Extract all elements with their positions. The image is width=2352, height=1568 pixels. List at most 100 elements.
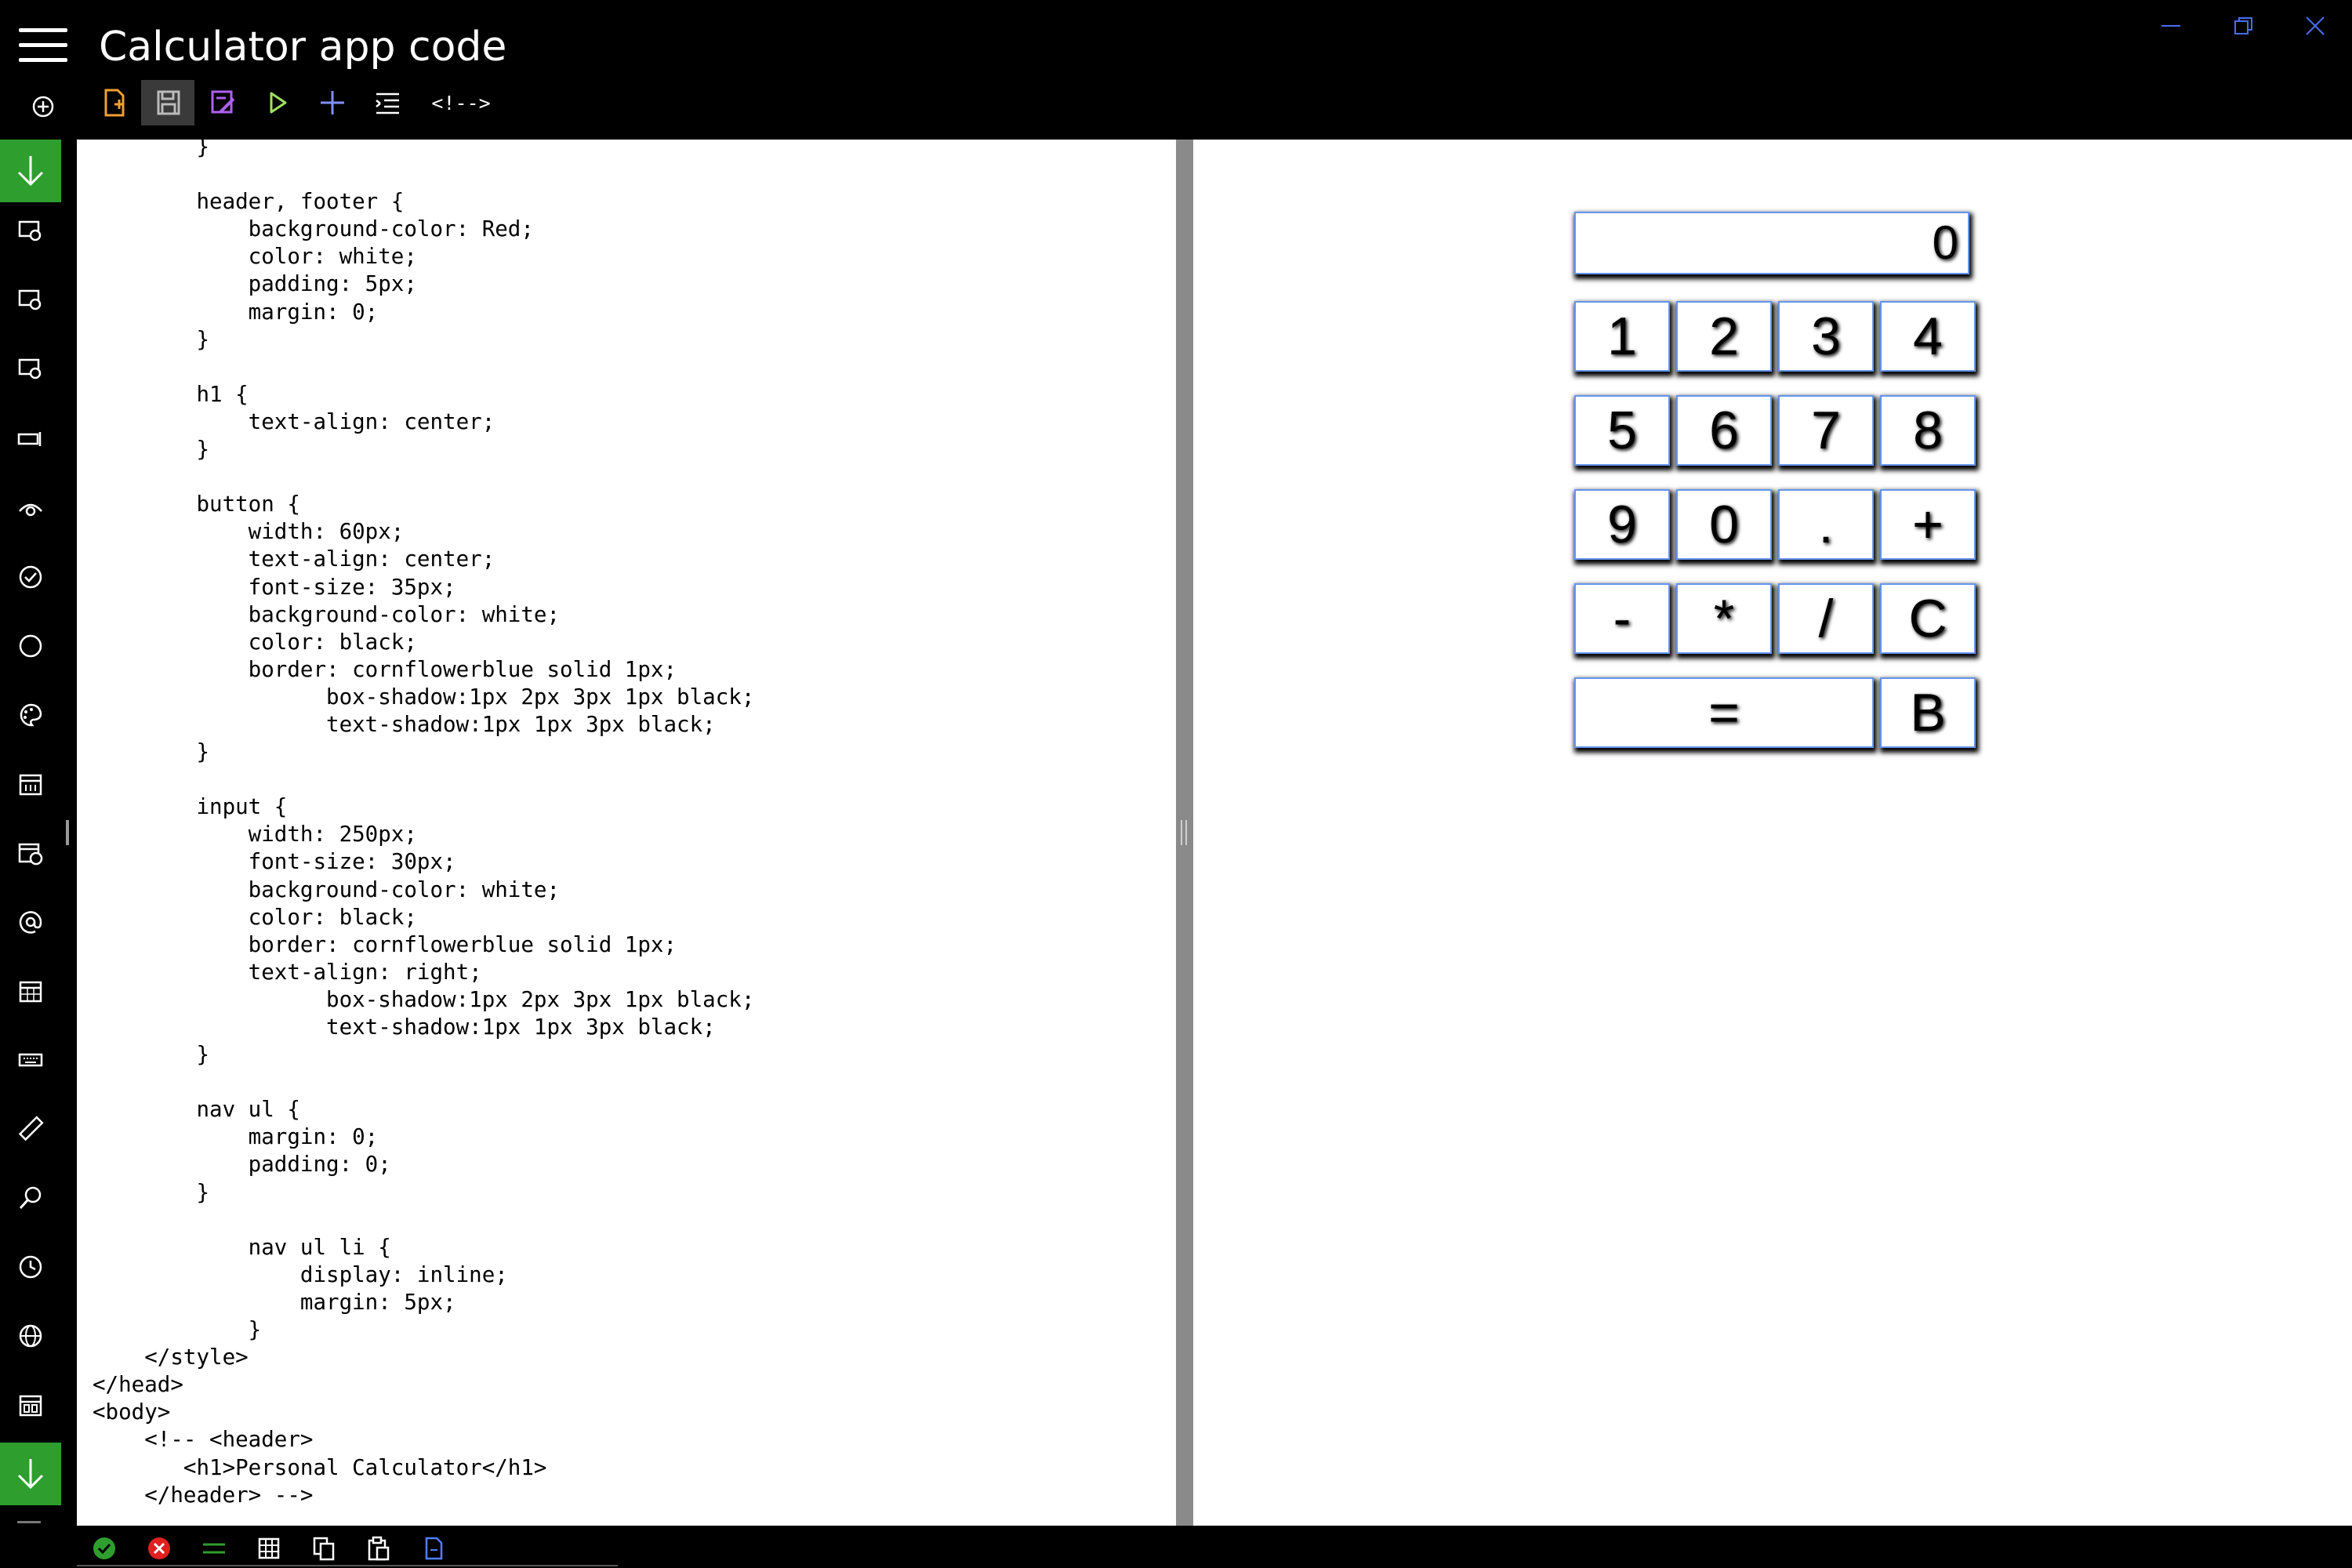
calc-button-2[interactable]: 3 [1778,301,1874,372]
indent-icon [376,93,399,114]
snippet-3-button[interactable] [0,339,61,401]
save-as-button[interactable] [196,80,249,125]
snippet-2-icon [18,289,42,310]
save-icon [157,90,180,115]
preview-pane: 0 1 2 3 4 5 6 7 8 9 0. + - * / C = B [1193,140,2352,1526]
clock-button[interactable] [0,1236,61,1298]
calendar-button[interactable] [0,753,61,815]
calc-button-12[interactable]: - [1574,583,1670,654]
snippet-3-icon [18,358,42,379]
calc-button-0[interactable]: 1 [1574,301,1670,372]
splitter-grip [1181,820,1187,845]
calculator-display[interactable]: 0 [1574,212,1969,274]
keyboard-icon [18,1053,43,1067]
search-button[interactable] [0,1167,61,1229]
view-icon [19,503,42,517]
calc-button-10[interactable]: . [1778,489,1874,560]
at-icon [19,911,42,934]
indent-button[interactable] [361,80,414,125]
calc-button-16[interactable]: = [1574,677,1874,748]
document-button[interactable] [414,1532,453,1565]
reject-button[interactable] [140,1532,179,1565]
calc-button-13[interactable]: * [1676,583,1772,654]
snippet-1-icon [18,220,42,241]
scroll-down-icon [17,1459,44,1490]
calc-button-9[interactable]: 0 [1676,489,1772,560]
calendar-clock-icon [18,843,43,866]
grid-icon [258,1537,280,1559]
view-button[interactable] [0,477,61,539]
menu-button[interactable] [19,28,69,63]
hamburger-line [19,43,67,47]
save-button[interactable] [141,80,194,125]
document-icon [425,1537,443,1560]
calc-button-1[interactable]: 2 [1676,301,1772,372]
minimize-button[interactable] [2143,9,2198,42]
calendar-week-button[interactable] [0,1374,61,1436]
globe-button[interactable] [0,1305,61,1367]
save-as-icon [211,90,235,114]
ruler-icon [18,1116,44,1142]
close-button[interactable] [2288,9,2343,42]
restore-icon [2234,17,2252,34]
pane-splitter[interactable] [1176,140,1193,1526]
paste-button[interactable] [359,1532,398,1565]
calc-button-14[interactable]: / [1778,583,1874,654]
run-button[interactable] [251,80,304,125]
palette-icon [20,703,42,727]
code-editor[interactable]: } header, footer { background-color: Red… [77,140,1176,1526]
calc-button-15[interactable]: C [1880,583,1976,654]
calendar-grid-button[interactable] [0,960,61,1022]
copy-icon [313,1537,335,1561]
scroll-down-icon [17,156,44,187]
calc-button-8[interactable]: 9 [1574,489,1670,560]
add-tab-button[interactable] [25,89,61,125]
close-icon [2306,16,2325,35]
new-file-icon [104,89,125,117]
rail-resize-grip[interactable] [66,820,69,845]
keyboard-button[interactable] [0,1029,61,1091]
calc-button-4[interactable]: 5 [1574,395,1670,466]
calendar-icon [19,774,42,796]
calc-button-7[interactable]: 8 [1880,395,1976,466]
lines-button[interactable] [194,1532,234,1565]
minimize-icon [2161,25,2180,27]
snippet-2-button[interactable] [0,270,61,332]
at-button[interactable] [0,891,61,953]
palette-button[interactable] [0,684,61,746]
window-title: Calculator app code [99,24,507,71]
check-circle-icon [19,565,42,589]
accept-button[interactable] [85,1532,124,1565]
clock-icon [19,1255,42,1279]
globe-icon [19,1324,42,1348]
calendar-clock-button[interactable] [0,822,61,884]
circle-button[interactable] [0,615,61,677]
snippet-1-button[interactable] [0,201,61,263]
scroll-down-button[interactable] [0,140,61,202]
calc-button-17[interactable]: B [1880,677,1976,748]
check-button[interactable] [0,546,61,608]
paste-icon [368,1536,390,1561]
circle-icon [19,634,42,658]
comment-button[interactable]: <!--> [423,80,499,125]
grid-button[interactable] [249,1532,289,1565]
add-circle-icon [32,96,54,118]
calendar-grid-icon [19,981,42,1003]
calc-button-5[interactable]: 6 [1676,395,1772,466]
restore-button[interactable] [2216,9,2271,42]
copy-button[interactable] [304,1532,343,1565]
calc-button-3[interactable]: 4 [1880,301,1976,372]
search-icon [19,1186,42,1210]
ruler-button[interactable] [0,1098,61,1160]
new-file-button[interactable] [88,80,141,125]
hamburger-line [19,28,67,32]
run-icon [270,92,287,114]
form-field-button[interactable] [0,408,61,470]
calendar-week-icon [19,1395,42,1417]
accept-icon [93,1537,115,1559]
code-text[interactable]: } header, footer { background-color: Red… [93,140,754,1509]
insert-button[interactable] [306,80,359,125]
calc-button-6[interactable]: 7 [1778,395,1874,466]
calc-button-11[interactable]: + [1880,489,1976,560]
scroll-down-bottom-button[interactable] [0,1443,61,1505]
